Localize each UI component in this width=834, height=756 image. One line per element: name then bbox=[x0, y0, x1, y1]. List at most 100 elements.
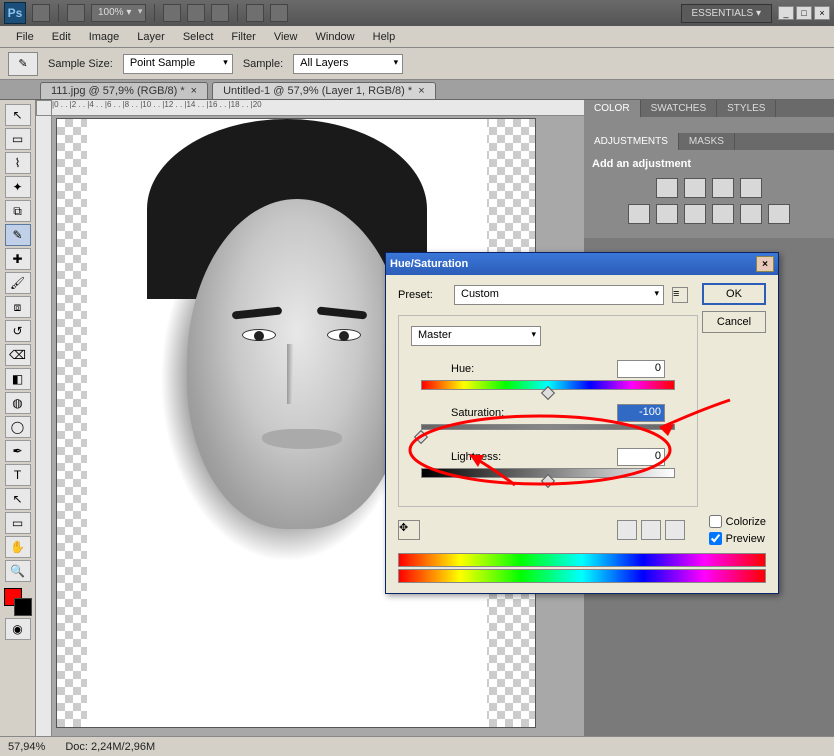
color-balance-icon[interactable] bbox=[684, 204, 706, 224]
color-tab[interactable]: COLOR bbox=[584, 100, 641, 117]
menu-edit[interactable]: Edit bbox=[44, 29, 79, 45]
ok-button[interactable]: OK bbox=[702, 283, 766, 305]
options-bar: ✎ Sample Size: Point Sample Sample: All … bbox=[0, 48, 834, 80]
menu-select[interactable]: Select bbox=[175, 29, 222, 45]
menu-help[interactable]: Help bbox=[365, 29, 404, 45]
type-tool[interactable]: T bbox=[5, 464, 31, 486]
quickmask-toggle[interactable]: ◉ bbox=[5, 618, 31, 640]
preset-menu-icon[interactable]: ≡ bbox=[672, 287, 688, 303]
photo-filter-icon[interactable] bbox=[740, 204, 762, 224]
eyedropper-icon[interactable] bbox=[617, 520, 637, 540]
tab-close-icon[interactable]: × bbox=[191, 85, 197, 97]
doc-size-readout: Doc: 2,24M/2,96M bbox=[65, 741, 155, 753]
zoom-readout[interactable]: 57,94% bbox=[8, 741, 45, 753]
maximize-button[interactable]: □ bbox=[796, 6, 812, 20]
document-tabs: 111.jpg @ 57,9% (RGB/8) *× Untitled-1 @ … bbox=[0, 80, 834, 100]
eyedropper-tool[interactable]: ✎ bbox=[5, 224, 31, 246]
hue-input[interactable]: 0 bbox=[617, 360, 665, 378]
dialog-close-button[interactable]: × bbox=[756, 256, 774, 272]
menu-layer[interactable]: Layer bbox=[129, 29, 173, 45]
brush-tool[interactable]: 🖌 bbox=[5, 272, 31, 294]
bridge-icon[interactable] bbox=[32, 4, 50, 22]
lightness-input[interactable]: 0 bbox=[617, 448, 665, 466]
lasso-tool[interactable]: ⌇ bbox=[5, 152, 31, 174]
curves-icon[interactable] bbox=[712, 178, 734, 198]
marquee-tool[interactable]: ▭ bbox=[5, 128, 31, 150]
preview-checkbox[interactable]: Preview bbox=[709, 532, 766, 545]
channel-mixer-icon[interactable] bbox=[768, 204, 790, 224]
sample-size-label: Sample Size: bbox=[48, 58, 113, 70]
crop-tool[interactable]: ⧉ bbox=[5, 200, 31, 222]
app-titlebar: Ps 100% ▾ ESSENTIALS ▾ _ □ × bbox=[0, 0, 834, 26]
menu-bar: File Edit Image Layer Select Filter View… bbox=[0, 26, 834, 48]
eyedropper-sub-icon[interactable] bbox=[665, 520, 685, 540]
masks-tab[interactable]: MASKS bbox=[679, 133, 735, 150]
eraser-tool[interactable]: ⌫ bbox=[5, 344, 31, 366]
hand-tool[interactable]: ✋ bbox=[5, 536, 31, 558]
move-tool[interactable]: ↖ bbox=[5, 104, 31, 126]
menu-image[interactable]: Image bbox=[81, 29, 128, 45]
workspace-switcher[interactable]: ESSENTIALS ▾ bbox=[681, 4, 773, 23]
menu-filter[interactable]: Filter bbox=[223, 29, 263, 45]
menu-file[interactable]: File bbox=[8, 29, 42, 45]
close-button[interactable]: × bbox=[814, 6, 830, 20]
saturation-label: Saturation: bbox=[451, 407, 617, 419]
vibrance-icon[interactable] bbox=[628, 204, 650, 224]
swatches-tab[interactable]: SWATCHES bbox=[641, 100, 718, 117]
status-bar: 57,94% Doc: 2,24M/2,96M bbox=[0, 736, 834, 756]
stamp-tool[interactable]: ⧈ bbox=[5, 296, 31, 318]
styles-tab[interactable]: STYLES bbox=[717, 100, 776, 117]
saturation-slider[interactable] bbox=[421, 424, 675, 436]
extras-icon[interactable] bbox=[67, 4, 85, 22]
menu-view[interactable]: View bbox=[266, 29, 306, 45]
history-brush-tool[interactable]: ↺ bbox=[5, 320, 31, 342]
channel-combo[interactable]: Master bbox=[411, 326, 541, 346]
shape-tool[interactable]: ▭ bbox=[5, 512, 31, 534]
color-swatches[interactable] bbox=[4, 588, 32, 616]
current-tool-icon[interactable]: ✎ bbox=[8, 52, 38, 76]
dialog-titlebar[interactable]: Hue/Saturation × bbox=[386, 253, 778, 275]
wand-tool[interactable]: ✦ bbox=[5, 176, 31, 198]
doc-tab[interactable]: 111.jpg @ 57,9% (RGB/8) *× bbox=[40, 82, 208, 99]
doc-tab[interactable]: Untitled-1 @ 57,9% (Layer 1, RGB/8) *× bbox=[212, 82, 436, 99]
zoom-combo[interactable]: 100% ▾ bbox=[91, 4, 146, 22]
dialog-title: Hue/Saturation bbox=[390, 258, 468, 270]
zoom-tool[interactable]: 🔍 bbox=[5, 560, 31, 582]
pen-tool[interactable]: ✒ bbox=[5, 440, 31, 462]
cancel-button[interactable]: Cancel bbox=[702, 311, 766, 333]
brightness-icon[interactable] bbox=[656, 178, 678, 198]
zoom-icon[interactable] bbox=[187, 4, 205, 22]
rotate-icon[interactable] bbox=[211, 4, 229, 22]
ruler-horizontal: |0 . . |2 . . |4 . . |6 . . |8 . . |10 .… bbox=[52, 100, 584, 116]
hand-icon[interactable] bbox=[163, 4, 181, 22]
preset-combo[interactable]: Custom bbox=[454, 285, 664, 305]
background-color[interactable] bbox=[14, 598, 32, 616]
colorize-checkbox[interactable]: Colorize bbox=[709, 515, 766, 528]
hue-label: Hue: bbox=[451, 363, 617, 375]
scrub-icon[interactable]: ✥ bbox=[398, 520, 420, 540]
dodge-tool[interactable]: ◯ bbox=[5, 416, 31, 438]
lightness-slider[interactable] bbox=[421, 468, 675, 480]
eyedropper-add-icon[interactable] bbox=[641, 520, 661, 540]
heal-tool[interactable]: ✚ bbox=[5, 248, 31, 270]
saturation-input[interactable]: -100 bbox=[617, 404, 665, 422]
tab-close-icon[interactable]: × bbox=[418, 85, 424, 97]
toolbox: ↖ ▭ ⌇ ✦ ⧉ ✎ ✚ 🖌 ⧈ ↺ ⌫ ◧ ◍ ◯ ✒ T ↖ ▭ ✋ 🔍 … bbox=[0, 100, 36, 736]
sample-size-combo[interactable]: Point Sample bbox=[123, 54, 233, 74]
minimize-button[interactable]: _ bbox=[778, 6, 794, 20]
screen-mode-icon[interactable] bbox=[270, 4, 288, 22]
hue-slider[interactable] bbox=[421, 380, 675, 392]
gradient-tool[interactable]: ◧ bbox=[5, 368, 31, 390]
blur-tool[interactable]: ◍ bbox=[5, 392, 31, 414]
exposure-icon[interactable] bbox=[740, 178, 762, 198]
arrange-icon[interactable] bbox=[246, 4, 264, 22]
bw-icon[interactable] bbox=[712, 204, 734, 224]
adjustments-heading: Add an adjustment bbox=[592, 158, 826, 170]
ruler-corner bbox=[36, 100, 52, 116]
adjustments-tab[interactable]: ADJUSTMENTS bbox=[584, 133, 679, 150]
path-select-tool[interactable]: ↖ bbox=[5, 488, 31, 510]
menu-window[interactable]: Window bbox=[308, 29, 363, 45]
sample-combo[interactable]: All Layers bbox=[293, 54, 403, 74]
hue-sat-icon[interactable] bbox=[656, 204, 678, 224]
levels-icon[interactable] bbox=[684, 178, 706, 198]
